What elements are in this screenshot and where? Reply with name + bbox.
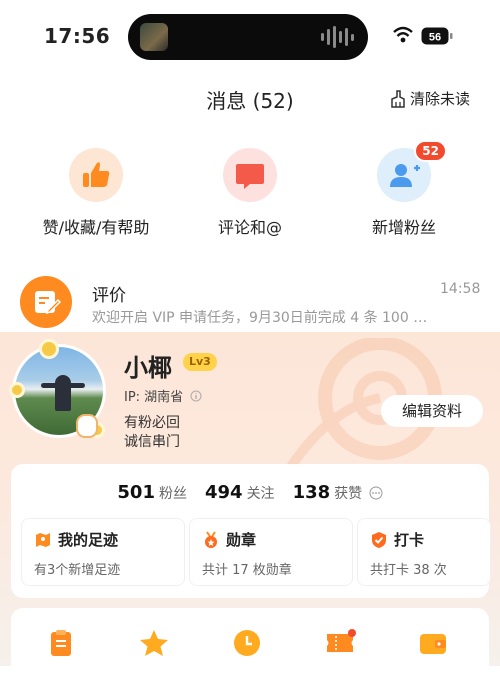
footprint-card[interactable]: 我的足迹 有3个新增足迹: [21, 518, 185, 586]
more-icon[interactable]: [369, 486, 383, 500]
add-user-icon: 52: [377, 140, 447, 202]
map-icon: [36, 532, 50, 547]
checkin-card[interactable]: 打卡 共打卡 38 次: [357, 518, 491, 586]
bio-line: 有粉必回: [124, 415, 180, 431]
fans-stat[interactable]: 501 粉丝: [117, 482, 187, 503]
message-time: 14:58: [440, 281, 481, 297]
clock-icon[interactable]: [231, 628, 263, 658]
checkin-icon: [372, 531, 386, 548]
info-icon[interactable]: [190, 390, 202, 402]
ticket-icon[interactable]: [324, 628, 356, 658]
clear-unread-button[interactable]: 清除未读: [389, 88, 470, 109]
footprint-title: 我的足迹: [58, 531, 119, 549]
dynamic-island[interactable]: [128, 14, 368, 60]
category-comments[interactable]: 评论和@: [170, 148, 330, 238]
bunny-decoration: [76, 414, 98, 438]
footprint-desc: 有3个新增足迹: [34, 563, 121, 578]
broom-icon: [391, 89, 405, 108]
stats-row: 501 粉丝 494 关注 138 获赞: [11, 482, 489, 503]
ip-text: IP: 湖南省: [124, 390, 184, 405]
star-icon[interactable]: [138, 628, 170, 658]
comment-icon: [223, 148, 277, 202]
battery-level: 56: [429, 32, 441, 44]
likes-stat[interactable]: 138 获赞: [293, 482, 383, 503]
flower-decoration: [12, 385, 22, 395]
profile-name: 小椰: [124, 354, 172, 382]
medal-desc: 共计 17 枚勋章: [202, 563, 292, 578]
new-fans-badge: 52: [414, 140, 447, 162]
category-label: 评论和@: [217, 218, 282, 237]
clear-unread-label: 清除未读: [410, 90, 471, 108]
flower-decoration: [42, 342, 56, 356]
wifi-icon: [393, 26, 413, 43]
edit-profile-button[interactable]: 编辑资料: [381, 395, 483, 427]
medal-card[interactable]: 勋章 共计 17 枚勋章: [189, 518, 353, 586]
checkin-title: 打卡: [394, 531, 425, 549]
medal-title: 勋章: [226, 531, 257, 549]
checkin-desc: 共打卡 38 次: [370, 563, 447, 578]
message-title[interactable]: 评价: [92, 281, 126, 306]
thumbs-up-icon: [69, 148, 123, 202]
wallet-icon[interactable]: [417, 628, 449, 658]
follow-stat[interactable]: 494 关注: [205, 482, 275, 503]
message-preview[interactable]: 欢迎开启 VIP 申请任务，9月30日前完成 4 条 100 …: [92, 307, 472, 327]
category-new-fans[interactable]: 52 新增粉丝: [324, 140, 484, 238]
status-time: 17:56: [44, 24, 111, 48]
bio-line: 诚信串门: [124, 434, 180, 450]
clipboard-icon[interactable]: [45, 628, 77, 658]
level-badge: Lv3: [183, 353, 217, 371]
category-label: 赞/收藏/有帮助: [42, 218, 150, 237]
now-playing-artwork: [140, 23, 168, 51]
medal-icon: [205, 530, 217, 548]
audio-wave-icon: [321, 26, 354, 48]
category-likes[interactable]: 赞/收藏/有帮助: [16, 148, 176, 238]
ip-location: IP: 湖南省: [124, 386, 202, 405]
category-label: 新增粉丝: [371, 218, 436, 237]
battery-icon: 56: [421, 27, 453, 45]
review-icon: [20, 276, 72, 328]
